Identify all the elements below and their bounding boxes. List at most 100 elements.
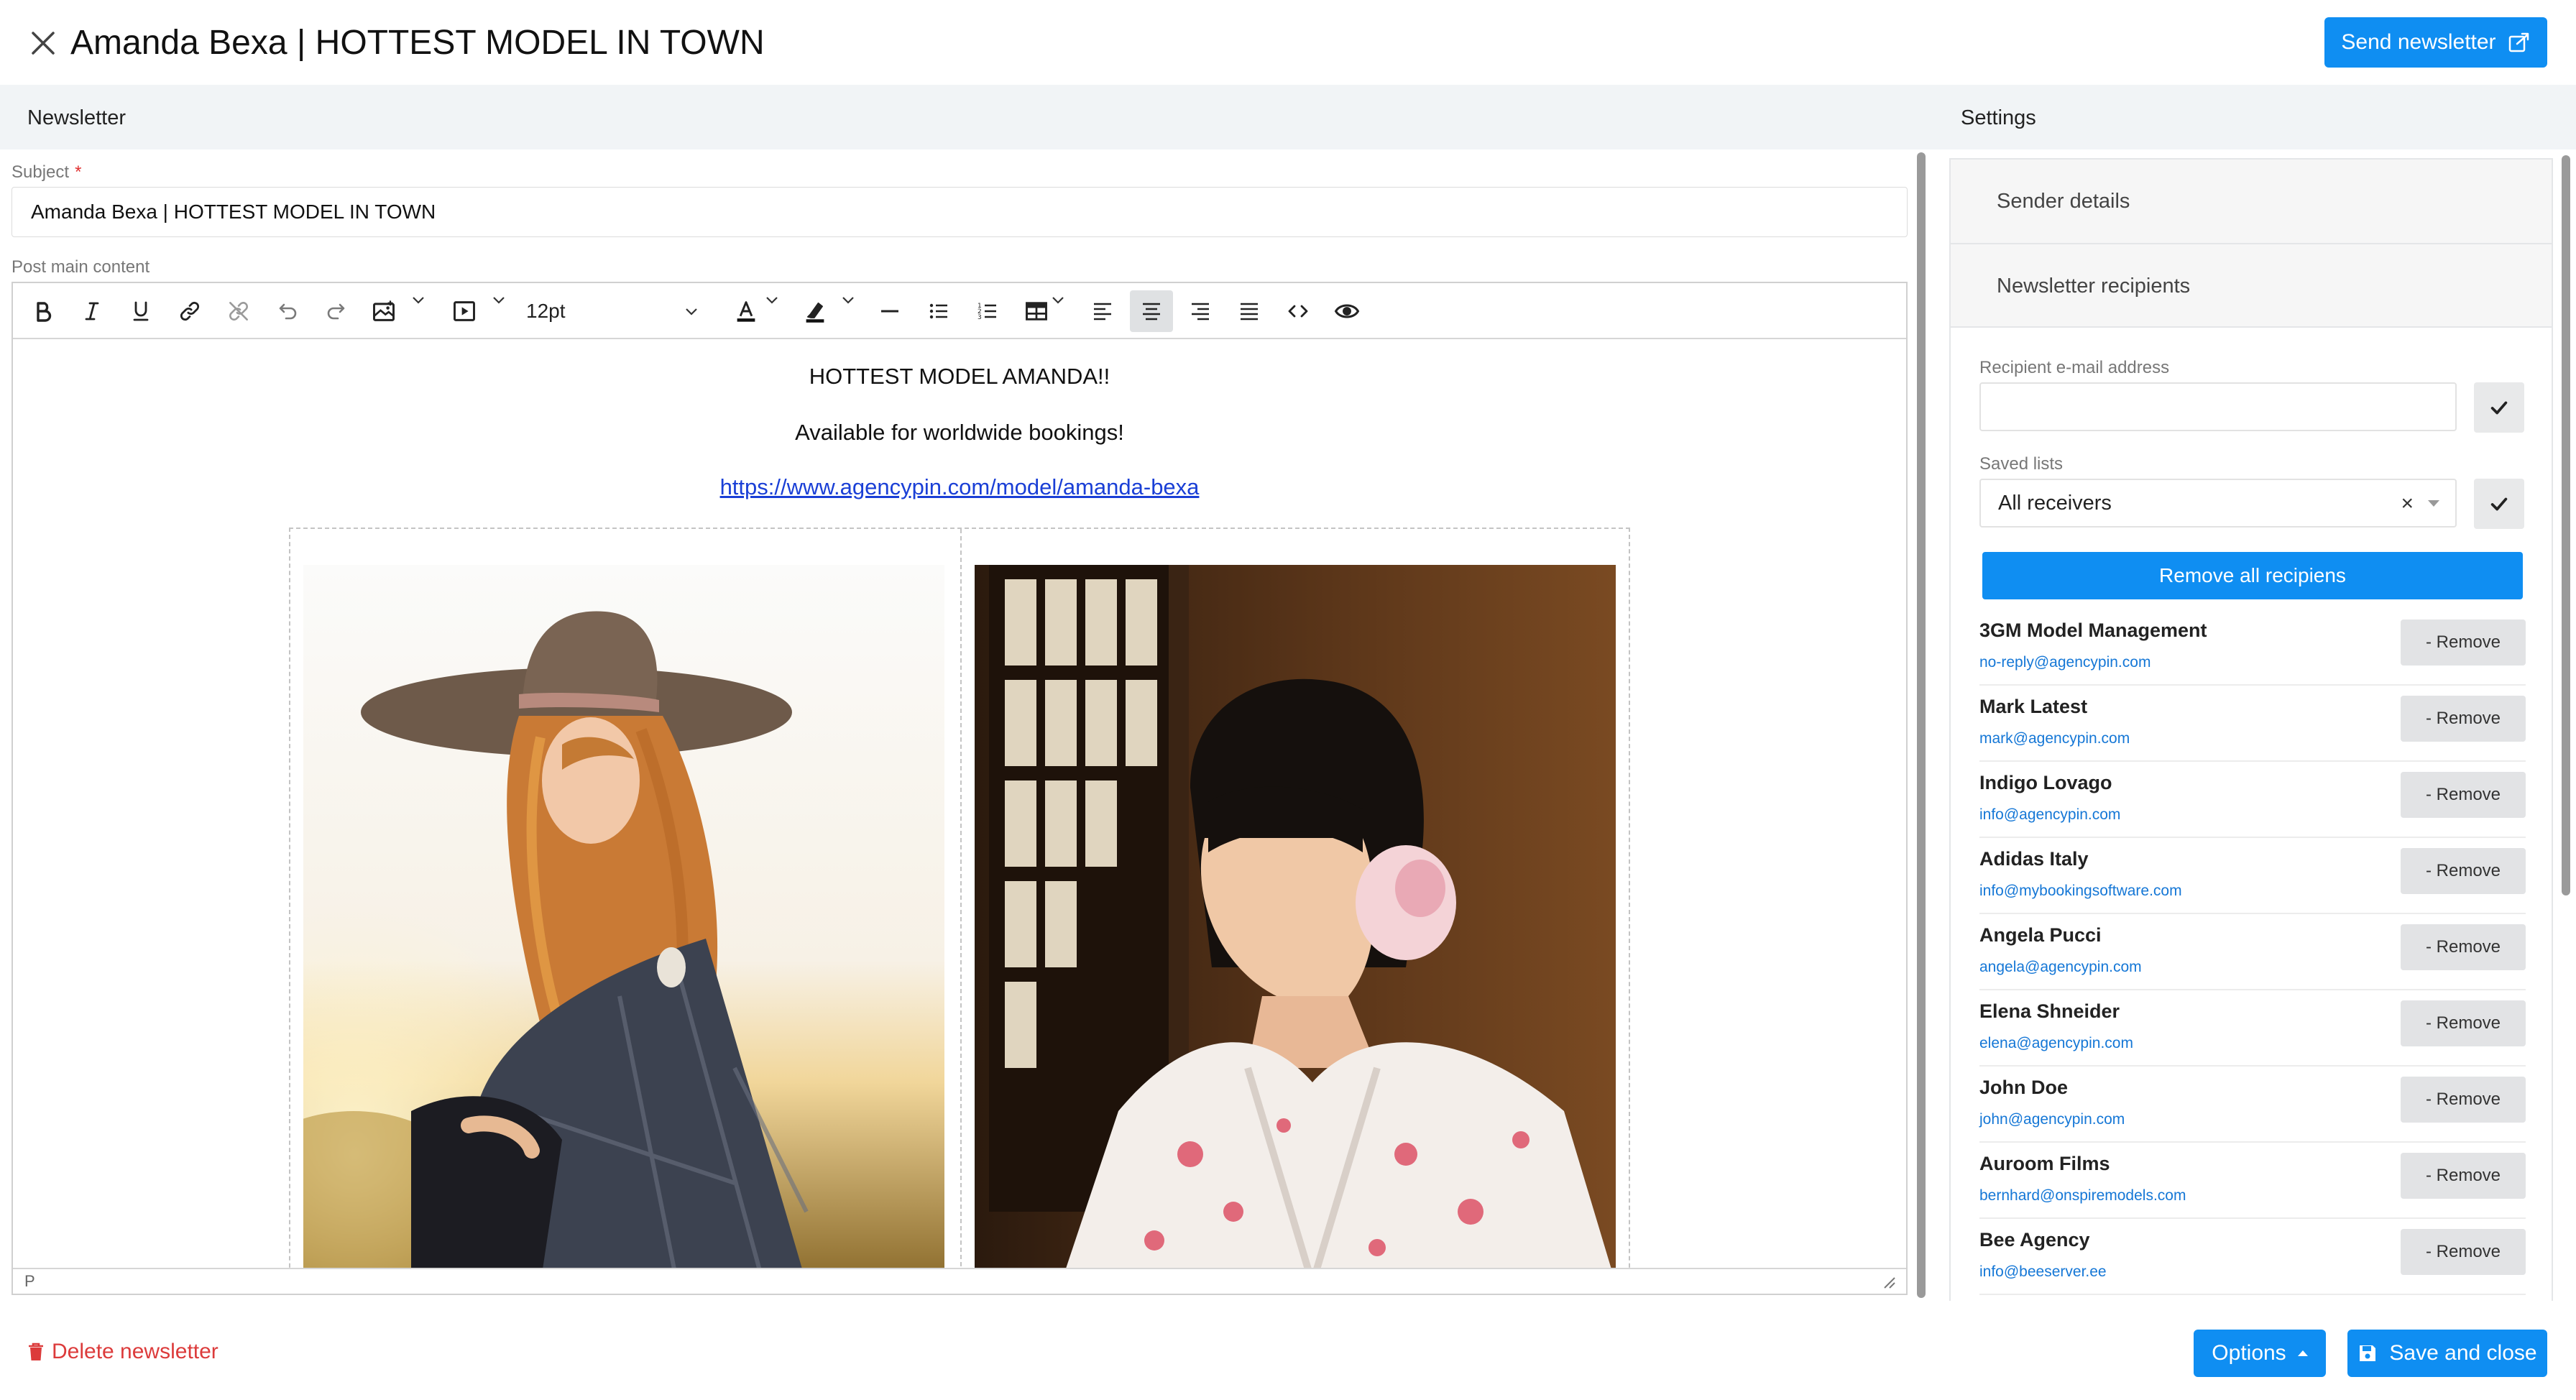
- saved-list-value: All receivers: [1998, 491, 2112, 515]
- align-center-icon[interactable]: [1130, 290, 1173, 332]
- model-photo-left[interactable]: [303, 565, 944, 1268]
- recipient-email[interactable]: bernhard@onspiremodels.com: [1979, 1187, 2186, 1205]
- remove-recipient-button[interactable]: - Remove: [2401, 1153, 2526, 1199]
- recipient-email-input[interactable]: [1979, 382, 2457, 431]
- model-link-row: https://www.agencypin.com/model/amanda-b…: [13, 474, 1906, 500]
- save-icon: [2360, 1345, 2376, 1361]
- apply-saved-list-button[interactable]: [2474, 479, 2524, 529]
- media-icon[interactable]: [443, 290, 486, 332]
- send-newsletter-button[interactable]: Send newsletter: [2324, 17, 2547, 68]
- recipient-email[interactable]: no-reply@agencypin.com: [1979, 654, 2150, 671]
- list-item: Adidas Italy info@mybookingsoftware.com …: [1979, 838, 2526, 914]
- undo-icon[interactable]: [266, 290, 309, 332]
- font-size-select[interactable]: 12pt: [526, 290, 706, 332]
- recipient-name: Elena Shneider: [1979, 1000, 2120, 1022]
- list-item: Elena Shneider elena@agencypin.com - Rem…: [1979, 990, 2526, 1067]
- preview-icon[interactable]: [1325, 290, 1368, 332]
- highlight-icon[interactable]: [794, 290, 837, 332]
- recipient-email[interactable]: mark@agencypin.com: [1979, 730, 2130, 747]
- caret-up-icon: [2297, 1350, 2308, 1356]
- numbered-list-icon[interactable]: 123: [966, 290, 1009, 332]
- remove-recipient-button[interactable]: - Remove: [2401, 1229, 2526, 1275]
- remove-all-recipients-button[interactable]: Remove all recipiens: [1982, 552, 2523, 599]
- share-icon: [2508, 32, 2529, 52]
- delete-newsletter-button[interactable]: Delete newsletter: [27, 1340, 218, 1364]
- section-header-bar: [0, 85, 2576, 149]
- remove-recipient-button[interactable]: - Remove: [2401, 696, 2526, 742]
- remove-recipient-button[interactable]: - Remove: [2401, 924, 2526, 970]
- model-profile-link[interactable]: https://www.agencypin.com/model/amanda-b…: [720, 474, 1200, 499]
- remove-recipient-button[interactable]: - Remove: [2401, 1077, 2526, 1123]
- recipient-email[interactable]: john@agencypin.com: [1979, 1111, 2125, 1128]
- caret-down-icon[interactable]: [2428, 500, 2439, 507]
- accordion-sender-details[interactable]: Sender details: [1951, 160, 2552, 243]
- image-options-chevron-down-icon[interactable]: [410, 289, 427, 310]
- list-item: Mark Latest mark@agencypin.com - Remove: [1979, 686, 2526, 762]
- bold-icon[interactable]: [22, 290, 65, 332]
- recipient-name: Auroom Films: [1979, 1153, 2110, 1174]
- editor-scrollbar-thumb[interactable]: [1917, 152, 1926, 1298]
- remove-recipient-button[interactable]: - Remove: [2401, 1000, 2526, 1046]
- font-color-icon[interactable]: [724, 290, 768, 332]
- element-path[interactable]: P: [24, 1272, 35, 1291]
- resize-handle-icon[interactable]: [1880, 1274, 1896, 1289]
- subject-input[interactable]: Amanda Bexa | HOTTEST MODEL IN TOWN: [12, 187, 1908, 237]
- redo-icon[interactable]: [315, 290, 358, 332]
- remove-recipient-button[interactable]: - Remove: [2401, 620, 2526, 666]
- save-and-close-button[interactable]: Save and close: [2347, 1330, 2547, 1377]
- font-size-value: 12pt: [526, 300, 566, 322]
- remove-recipient-button[interactable]: - Remove: [2401, 848, 2526, 894]
- list-item: Bee Agency info@beeserver.ee - Remove: [1979, 1219, 2526, 1295]
- recipient-email[interactable]: info@beeserver.ee: [1979, 1263, 2107, 1281]
- recipient-email[interactable]: angela@agencypin.com: [1979, 959, 2142, 976]
- accordion-newsletter-recipients[interactable]: Newsletter recipients: [1951, 244, 2552, 328]
- recipient-email[interactable]: info@agencypin.com: [1979, 806, 2120, 824]
- newsletter-section-title: Newsletter: [27, 106, 126, 129]
- clear-selection-icon[interactable]: ×: [2401, 492, 2414, 516]
- model-photo-right[interactable]: [975, 565, 1616, 1268]
- table-column-divider: [960, 529, 962, 1268]
- align-justify-icon[interactable]: [1228, 290, 1271, 332]
- recipient-name: John Doe: [1979, 1077, 2069, 1098]
- underline-icon[interactable]: [119, 290, 162, 332]
- highlight-chevron-down-icon[interactable]: [840, 289, 857, 310]
- horizontal-rule-icon[interactable]: [868, 290, 911, 332]
- settings-section-title: Settings: [1961, 106, 2036, 129]
- add-recipient-button[interactable]: [2474, 382, 2524, 433]
- remove-recipient-button[interactable]: - Remove: [2401, 772, 2526, 818]
- trash-icon: [29, 1343, 43, 1360]
- saved-lists-select[interactable]: All receivers ×: [1979, 479, 2457, 528]
- recipient-name: Mark Latest: [1979, 696, 2088, 717]
- table-chevron-down-icon[interactable]: [1049, 289, 1067, 310]
- close-icon[interactable]: [27, 27, 59, 59]
- subject-label: Subject *: [12, 162, 81, 183]
- unlink-icon[interactable]: [217, 290, 260, 332]
- send-newsletter-label: Send newsletter: [2341, 30, 2496, 54]
- italic-icon[interactable]: [70, 290, 114, 332]
- recipient-email[interactable]: info@mybookingsoftware.com: [1979, 883, 2182, 900]
- image-icon[interactable]: [362, 290, 405, 332]
- recipient-name: Bee Agency: [1979, 1229, 2090, 1251]
- font-color-chevron-down-icon[interactable]: [763, 289, 781, 310]
- options-label: Options: [2212, 1341, 2286, 1365]
- recipient-email[interactable]: elena@agencypin.com: [1979, 1035, 2133, 1052]
- editor-document[interactable]: HOTTEST MODEL AMANDA!! Available for wor…: [13, 341, 1906, 1268]
- media-options-chevron-down-icon[interactable]: [490, 289, 507, 310]
- check-icon: [2490, 401, 2508, 415]
- settings-scrollbar-thumb[interactable]: [2562, 155, 2570, 895]
- required-mark: *: [75, 162, 82, 182]
- code-icon[interactable]: [1276, 290, 1320, 332]
- options-button[interactable]: Options: [2194, 1330, 2326, 1377]
- list-item: John Doe john@agencypin.com - Remove: [1979, 1067, 2526, 1143]
- image-table[interactable]: [289, 528, 1630, 1268]
- editor-toolbar: 12pt 123: [13, 283, 1906, 339]
- settings-accordion: Sender details Newsletter recipients: [1949, 158, 2553, 328]
- align-right-icon[interactable]: [1179, 290, 1222, 332]
- list-item: Angela Pucci angela@agencypin.com - Remo…: [1979, 914, 2526, 990]
- bullet-list-icon[interactable]: [917, 290, 960, 332]
- link-icon[interactable]: [168, 290, 211, 332]
- list-item: 3GM Model Management no-reply@agencypin.…: [1979, 609, 2526, 686]
- list-item: Auroom Films bernhard@onspiremodels.com …: [1979, 1143, 2526, 1219]
- headline-text: HOTTEST MODEL AMANDA!!: [809, 364, 1110, 389]
- align-left-icon[interactable]: [1081, 290, 1124, 332]
